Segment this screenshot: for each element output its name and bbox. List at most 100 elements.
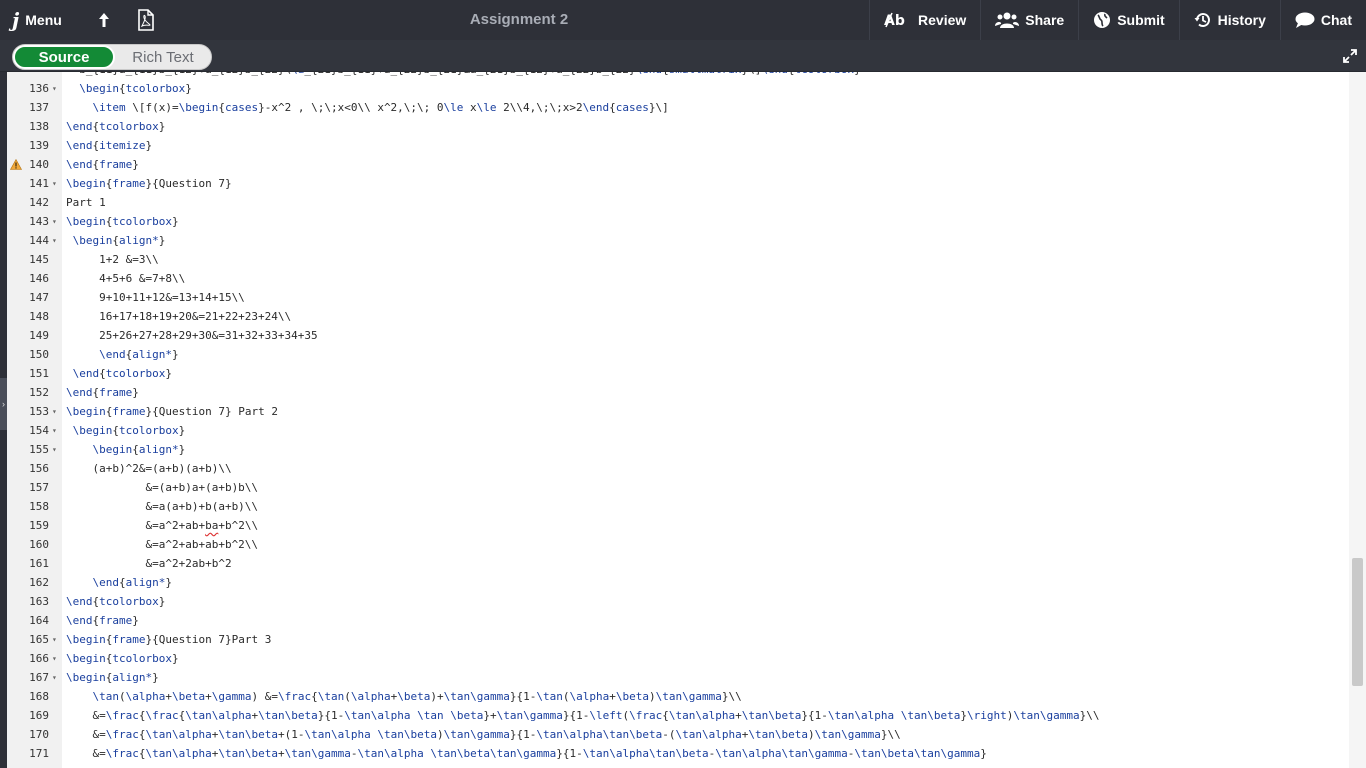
code-line-text: 9+10+11+12&=13+14+15\\	[66, 291, 245, 304]
code-editor[interactable]: b_{11}a_{11}b_{12}+a_{12}b_{22}\\a_{21}b…	[62, 72, 1349, 768]
line-number: 151	[29, 367, 49, 380]
code-line[interactable]: \end{itemize}	[62, 136, 1349, 155]
code-line-text: Part 1	[66, 196, 106, 209]
code-line-text: \item \[f(x)=\begin{cases}-x^2 , \;\;x<0…	[92, 101, 669, 114]
code-line-text: \begin{tcolorbox}	[66, 215, 179, 228]
fold-toggle-icon[interactable]: ▾	[52, 212, 57, 231]
code-line[interactable]: 1+2 &=3\\	[62, 250, 1349, 269]
review-button[interactable]: Ab Review	[869, 0, 980, 40]
share-button[interactable]: Share	[980, 0, 1078, 40]
fold-toggle-icon[interactable]: ▾	[52, 402, 57, 421]
rich-text-mode-button[interactable]: Rich Text	[115, 45, 211, 69]
svg-text:Ab: Ab	[884, 13, 905, 29]
code-line[interactable]: \end{frame}	[62, 611, 1349, 630]
fold-toggle-icon[interactable]: ▾	[52, 649, 57, 668]
code-line-text: \begin{align*}	[92, 443, 186, 456]
line-number: 145	[29, 253, 49, 266]
code-line[interactable]: \begin{frame}{Question 7} Part 2	[62, 402, 1349, 421]
line-number: 157	[29, 481, 49, 494]
code-line[interactable]: &=a^2+2ab+b^2	[62, 554, 1349, 573]
code-line[interactable]: &=a^2+ab+ba+b^2\\	[62, 516, 1349, 535]
fold-toggle-icon[interactable]: ▾	[52, 421, 57, 440]
expand-icon[interactable]	[1342, 48, 1358, 64]
line-number: 168	[29, 690, 49, 703]
code-line[interactable]: \end{tcolorbox}	[62, 117, 1349, 136]
chat-icon	[1295, 12, 1315, 28]
code-line[interactable]: \begin{tcolorbox}	[62, 212, 1349, 231]
code-line[interactable]: \begin{tcolorbox}	[62, 649, 1349, 668]
code-line[interactable]: \end{frame}	[62, 383, 1349, 402]
top-bar: ϳ Menu Assignment 2 Ab Review Share Subm…	[0, 0, 1366, 40]
gutter-row: 162	[7, 573, 62, 592]
code-line[interactable]: \end{align*}	[62, 573, 1349, 592]
code-line[interactable]: \begin{tcolorbox}	[62, 421, 1349, 440]
gutter-row: 160	[7, 535, 62, 554]
code-line-text: &=\frac{\frac{\tan\alpha+\tan\beta}{1-\t…	[66, 709, 1100, 722]
code-line[interactable]: 4+5+6 &=7+8\\	[62, 269, 1349, 288]
code-line-text: \begin{tcolorbox}	[79, 82, 192, 95]
code-line-text: \begin{frame}{Question 7}	[66, 177, 232, 190]
gutter-row: 157	[7, 478, 62, 497]
line-number: 160	[29, 538, 49, 551]
gutter-row: 170	[7, 725, 62, 744]
share-label: Share	[1025, 12, 1065, 28]
code-line[interactable]: \begin{frame}{Question 7}Part 3	[62, 630, 1349, 649]
code-line[interactable]: \begin{frame}{Question 7}	[62, 174, 1349, 193]
code-line-text: \begin{frame}{Question 7}Part 3	[66, 633, 272, 646]
code-line[interactable]: \end{tcolorbox}	[62, 364, 1349, 383]
fold-toggle-icon[interactable]: ▾	[52, 440, 57, 459]
code-line[interactable]: \end{tcolorbox}	[62, 592, 1349, 611]
warning-icon[interactable]	[10, 159, 22, 170]
code-line[interactable]: \begin{align*}	[62, 231, 1349, 250]
scrollbar-thumb[interactable]	[1352, 558, 1363, 686]
fold-toggle-icon[interactable]: ▾	[52, 79, 57, 98]
code-line-text: \end{tcolorbox}	[66, 595, 166, 608]
line-number: 138	[29, 120, 49, 133]
code-line[interactable]: \item \[f(x)=\begin{cases}-x^2 , \;\;x<0…	[62, 98, 1349, 117]
code-line[interactable]: &=\frac{\tan\alpha+\tan\beta+(1-\tan\alp…	[62, 725, 1349, 744]
code-line[interactable]: 25+26+27+28+29+30&=31+32+33+34+35	[62, 326, 1349, 345]
code-line[interactable]: \begin{tcolorbox}	[62, 79, 1349, 98]
code-line[interactable]: &=\frac{\frac{\tan\alpha+\tan\beta}{1-\t…	[62, 706, 1349, 725]
code-line[interactable]: (a+b)^2&=(a+b)(a+b)\\	[62, 459, 1349, 478]
gutter-row: 148	[7, 307, 62, 326]
code-line[interactable]: &=a^2+ab+ab+b^2\\	[62, 535, 1349, 554]
line-number-gutter: 136 ▾ 137 138 139 140 141 ▾ 142 143 ▾ 144 ▾ 145 146 147…	[7, 72, 62, 768]
code-line[interactable]: Part 1	[62, 193, 1349, 212]
line-number: 153	[29, 405, 49, 418]
code-line-text: 25+26+27+28+29+30&=31+32+33+34+35	[66, 329, 318, 342]
code-line[interactable]: 9+10+11+12&=13+14+15\\	[62, 288, 1349, 307]
submit-button[interactable]: Submit	[1078, 0, 1178, 40]
fold-toggle-icon[interactable]: ▾	[52, 630, 57, 649]
line-number: 162	[29, 576, 49, 589]
code-line[interactable]: &=\frac{\tan\alpha+\tan\beta+\tan\gamma-…	[62, 744, 1349, 763]
file-tree-toggle[interactable]: ›	[0, 378, 7, 430]
code-line[interactable]: \tan(\alpha+\beta+\gamma) &=\frac{\tan(\…	[62, 687, 1349, 706]
code-line[interactable]: &=a(a+b)+b(a+b)\\	[62, 497, 1349, 516]
code-line[interactable]: \end{align*}	[62, 345, 1349, 364]
code-line[interactable]: b_{11}a_{11}b_{12}+a_{12}b_{22}\\a_{21}b…	[62, 72, 1349, 79]
editor-toolbar: Source Rich Text	[0, 40, 1366, 72]
line-number: 146	[29, 272, 49, 285]
gutter-row: 169	[7, 706, 62, 725]
code-line[interactable]: &=(a+b)a+(a+b)b\\	[62, 478, 1349, 497]
line-number: 163	[29, 595, 49, 608]
code-line[interactable]: \begin{align*}	[62, 668, 1349, 687]
gutter-row: 171	[7, 744, 62, 763]
gutter-row: 143 ▾	[7, 212, 62, 231]
gutter-row: 138	[7, 117, 62, 136]
fold-toggle-icon[interactable]: ▾	[52, 174, 57, 193]
history-button[interactable]: History	[1178, 0, 1280, 40]
editor-scrollbar[interactable]	[1349, 72, 1366, 768]
gutter-row: 146	[7, 269, 62, 288]
code-line[interactable]: \begin{align*}	[62, 440, 1349, 459]
fold-toggle-icon[interactable]: ▾	[52, 668, 57, 687]
code-line-text: 1+2 &=3\\	[66, 253, 159, 266]
code-line[interactable]: \end{frame}	[62, 155, 1349, 174]
chat-button[interactable]: Chat	[1279, 0, 1366, 40]
gutter-row: 163	[7, 592, 62, 611]
code-line[interactable]: 16+17+18+19+20&=21+22+23+24\\	[62, 307, 1349, 326]
gutter-row: 158	[7, 497, 62, 516]
line-number: 155	[29, 443, 49, 456]
fold-toggle-icon[interactable]: ▾	[52, 231, 57, 250]
